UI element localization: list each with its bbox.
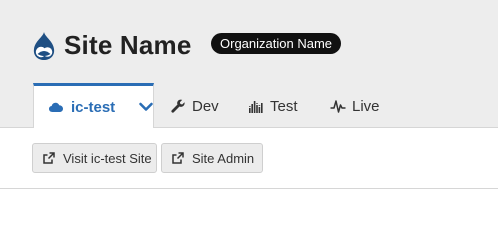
chevron-down-icon[interactable] — [138, 99, 154, 115]
heartbeat-icon — [330, 98, 346, 114]
external-link-icon — [172, 152, 184, 164]
visit-site-button[interactable]: Visit ic-test Site — [32, 143, 157, 173]
button-label: Site Admin — [192, 150, 255, 166]
tab-label: Dev — [192, 97, 219, 115]
button-label: Visit ic-test Site — [63, 150, 152, 166]
tab-dev[interactable]: Dev — [170, 86, 219, 126]
cloud-icon — [48, 99, 64, 115]
external-link-icon — [43, 152, 55, 164]
drupal-drop-icon — [33, 32, 55, 60]
site-admin-button[interactable]: Site Admin — [161, 143, 263, 173]
tab-ic-test[interactable]: ic-test — [33, 83, 154, 128]
tab-label: Live — [352, 97, 380, 115]
organization-badge[interactable]: Organization Name — [211, 33, 341, 54]
site-name: Site Name — [64, 30, 192, 60]
tab-label: ic-test — [71, 98, 116, 116]
wrench-icon — [170, 98, 186, 114]
tab-live[interactable]: Live — [330, 86, 380, 126]
content-divider — [0, 188, 498, 189]
tab-test[interactable]: Test — [248, 86, 298, 126]
tab-label: Test — [270, 97, 298, 115]
equalizer-icon — [248, 98, 264, 114]
